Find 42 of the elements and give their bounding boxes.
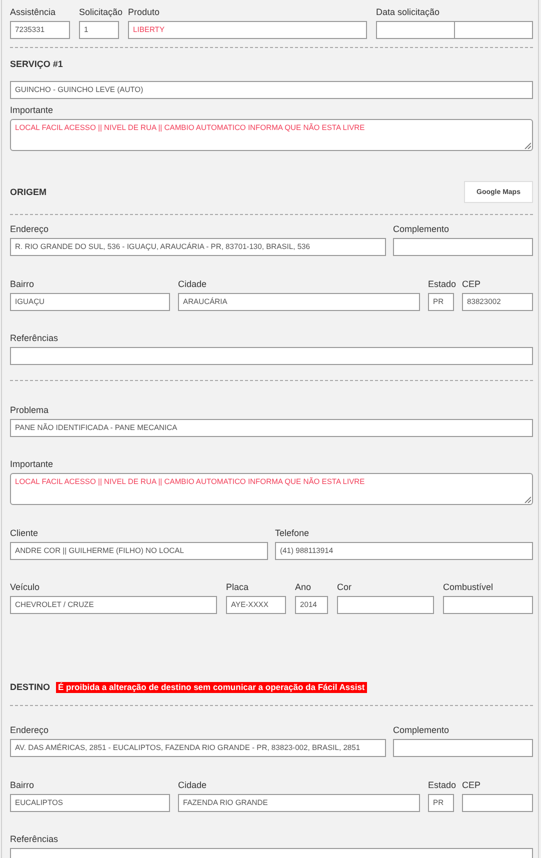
field-label: Solicitação <box>79 6 123 18</box>
field-label: Veículo <box>10 581 40 593</box>
field-label: Complemento <box>393 223 450 235</box>
field-label: Combustível <box>443 581 494 593</box>
field-label: Endereço <box>10 223 49 235</box>
field-label: Cidade <box>178 278 207 290</box>
field-label: Estado <box>428 278 456 290</box>
field-label: Cor <box>337 581 352 593</box>
resize-grip-icon[interactable] <box>524 496 531 503</box>
field-label: Placa <box>226 581 249 593</box>
field-label: Bairro <box>10 779 34 791</box>
section-title: DESTINO <box>10 681 50 693</box>
resize-grip-icon[interactable] <box>524 142 531 149</box>
field-label: Cidade <box>178 779 207 791</box>
field-label: Telefone <box>275 527 310 539</box>
field-label: Endereço <box>10 724 49 736</box>
field-label: Problema <box>10 404 49 416</box>
field-label: Ano <box>295 581 312 593</box>
field-label: Bairro <box>10 278 34 290</box>
date-field[interactable] <box>376 21 455 39</box>
field-label: Importante <box>10 458 54 470</box>
field-label: Complemento <box>393 724 450 736</box>
text-field[interactable] <box>393 739 533 757</box>
text-field[interactable] <box>462 794 533 812</box>
field-label: Data solicitação <box>376 6 440 18</box>
text-field[interactable] <box>337 596 434 614</box>
field-label: CEP <box>462 779 481 791</box>
time-field[interactable] <box>455 21 533 39</box>
field-label: Referências <box>10 833 58 845</box>
warning-banner: É proibida a alteração de destino sem comunicar a operação da Fácil Assist <box>56 682 367 692</box>
field-label: Produto <box>128 6 160 18</box>
section-title: SERVIÇO #1 <box>10 58 63 70</box>
text-field[interactable] <box>443 596 533 614</box>
text-field[interactable] <box>393 238 533 256</box>
text-field[interactable] <box>10 347 533 365</box>
field-label: CEP <box>462 278 481 290</box>
field-label: Assistência <box>10 6 56 18</box>
field-label: Cliente <box>10 527 38 539</box>
field-label: Referências <box>10 332 58 344</box>
field-label: Estado <box>428 779 456 791</box>
section-title: ORIGEM <box>10 186 47 198</box>
field-label: Importante <box>10 104 54 116</box>
